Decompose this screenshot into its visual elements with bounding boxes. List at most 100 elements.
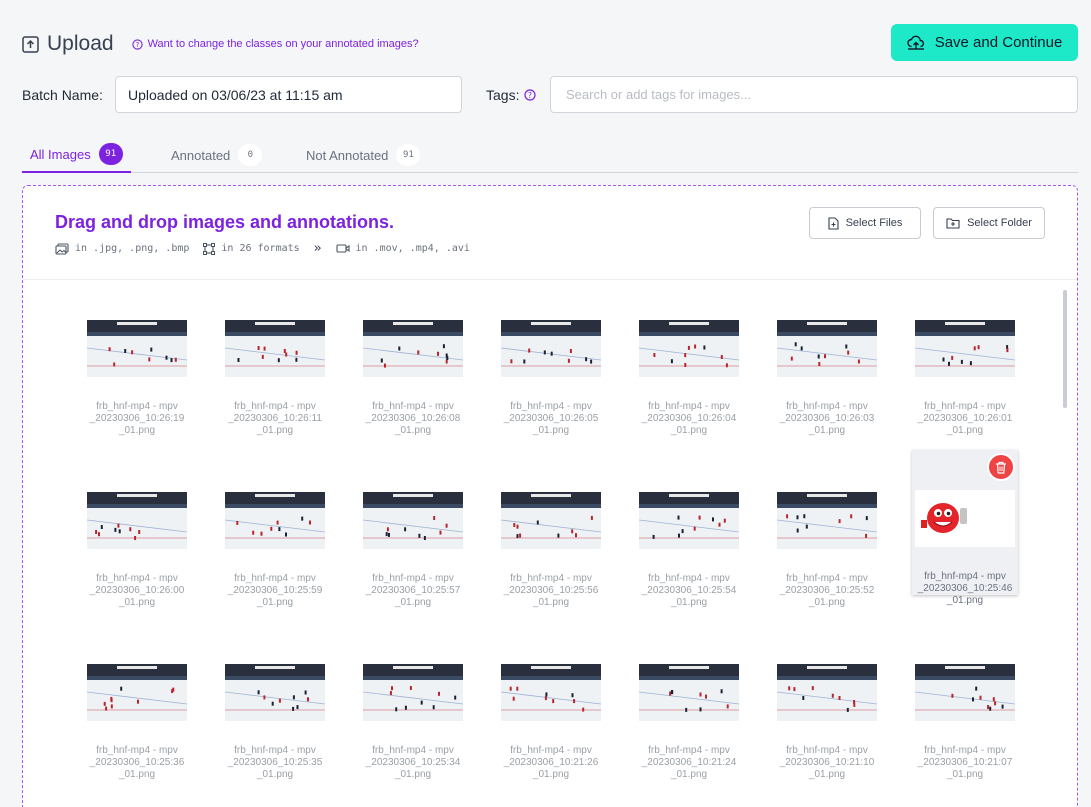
image-thumbnail[interactable] <box>225 492 325 549</box>
filename-line: _20230306_10:21:26 <box>503 757 599 768</box>
image-card[interactable]: frb_hnf-mp4 - mpv _20230306_10:26:03 _01.p… <box>774 280 880 436</box>
image-card[interactable]: frb_hnf-mp4 - mpv _20230306_10:25:35 _01.p… <box>222 624 328 780</box>
filename-line: _20230306_10:26:01 <box>917 413 1013 424</box>
image-thumbnail[interactable] <box>87 664 187 721</box>
trash-icon <box>995 461 1007 474</box>
image-thumbnail[interactable] <box>87 320 187 377</box>
filename-line: _01.png <box>946 425 984 436</box>
image-thumbnail[interactable] <box>363 320 463 377</box>
filename-line: _20230306_10:25:36 <box>89 757 185 768</box>
upload-dropzone[interactable]: Drag and drop images and annotations. in… <box>22 185 1078 807</box>
image-thumbnail[interactable] <box>915 490 1015 547</box>
image-filename: frb_hnf-mp4 - mpv _20230306_10:26:04 _01.p… <box>636 401 742 437</box>
save-and-continue-button[interactable]: Save and Continue <box>891 24 1078 61</box>
image-thumbnail[interactable] <box>501 664 601 721</box>
image-card[interactable]: frb_hnf-mp4 - mpv _20230306_10:21:26 _01.p… <box>498 624 604 780</box>
filename-line: _01.png <box>532 769 570 780</box>
image-thumbnail[interactable] <box>87 492 187 549</box>
image-thumbnail[interactable] <box>777 664 877 721</box>
image-card[interactable]: frb_hnf-mp4 - mpv _20230306_10:25:46 _01.p… <box>912 450 1018 606</box>
tags-search-input[interactable] <box>550 76 1078 113</box>
filename-line: frb_hnf-mp4 - mpv <box>648 573 730 584</box>
filename-line: _01.png <box>256 597 294 608</box>
image-filename: frb_hnf-mp4 - mpv _20230306_10:26:03 _01.p… <box>774 401 880 437</box>
image-card[interactable]: frb_hnf-mp4 - mpv _20230306_10:26:01 _01.p… <box>912 280 1018 436</box>
filename-line: _01.png <box>670 425 708 436</box>
help-link-label: Want to change the classes on your annot… <box>147 38 419 50</box>
image-filter-tabs: All Images 91 Annotated 0 Not Annotated … <box>22 137 1078 173</box>
tab-label: Annotated <box>171 147 231 163</box>
filename-line: _01.png <box>118 425 156 436</box>
select-files-button[interactable]: Select Files <box>809 207 921 239</box>
image-thumbnail[interactable] <box>777 320 877 377</box>
batch-name-value: Uploaded on 03/06/23 at 11:15 am <box>128 86 343 103</box>
image-card[interactable]: frb_hnf-mp4 - mpv _20230306_10:25:54 _01.p… <box>636 452 742 608</box>
filename-line: _20230306_10:21:10 <box>779 757 875 768</box>
image-card[interactable]: frb_hnf-mp4 - mpv _20230306_10:26:00 _01.p… <box>84 452 190 608</box>
image-filename: frb_hnf-mp4 - mpv _20230306_10:25:56 _01.p… <box>498 573 604 609</box>
filename-line: frb_hnf-mp4 - mpv <box>924 745 1006 756</box>
question-circle-icon[interactable]: ? <box>524 89 537 101</box>
image-filename: frb_hnf-mp4 - mpv _20230306_10:25:35 _01.p… <box>222 745 328 781</box>
image-card[interactable]: frb_hnf-mp4 - mpv _20230306_10:21:24 _01.p… <box>636 624 742 780</box>
grid-scrollbar[interactable] <box>1063 290 1067 408</box>
filename-line: _20230306_10:26:08 <box>365 413 461 424</box>
filename-line: _01.png <box>808 597 846 608</box>
change-classes-link[interactable]: ? Want to change the classes on your ann… <box>131 38 419 50</box>
image-filename: frb_hnf-mp4 - mpv _20230306_10:26:01 _01.p… <box>912 401 1018 437</box>
filename-line: _01.png <box>946 769 984 780</box>
tab-annotated[interactable]: Annotated 0 <box>171 137 263 173</box>
image-card[interactable]: frb_hnf-mp4 - mpv _20230306_10:26:11 _01.p… <box>222 280 328 436</box>
tab-all-images[interactable]: All Images 91 <box>22 137 131 173</box>
filename-line: _20230306_10:26:04 <box>641 413 737 424</box>
supported-formats: in .jpg, .png, .bmp in 26 formats » in .… <box>55 241 484 256</box>
delete-image-button[interactable] <box>987 453 1015 481</box>
image-card[interactable]: frb_hnf-mp4 - mpv _20230306_10:26:19 _01.p… <box>84 280 190 436</box>
image-card[interactable]: frb_hnf-mp4 - mpv _20230306_10:25:59 _01.p… <box>222 452 328 608</box>
image-card[interactable]: frb_hnf-mp4 - mpv _20230306_10:25:52 _01.p… <box>774 452 880 608</box>
image-card[interactable]: frb_hnf-mp4 - mpv _20230306_10:21:10 _01.p… <box>774 624 880 780</box>
image-thumbnail[interactable] <box>225 664 325 721</box>
image-thumbnail[interactable] <box>639 664 739 721</box>
filename-line: _01.png <box>394 597 432 608</box>
select-folder-button[interactable]: Select Folder <box>933 207 1045 239</box>
batch-name-input[interactable]: Uploaded on 03/06/23 at 11:15 am <box>115 76 462 113</box>
image-thumbnail[interactable] <box>639 320 739 377</box>
page-header: Upload ? Want to change the classes on y… <box>22 32 419 56</box>
select-files-label: Select Files <box>845 217 903 229</box>
image-formats: in .jpg, .png, .bmp <box>55 242 189 255</box>
image-filename: frb_hnf-mp4 - mpv _20230306_10:21:10 _01.p… <box>774 745 880 781</box>
image-card[interactable]: frb_hnf-mp4 - mpv _20230306_10:26:05 _01.p… <box>498 280 604 436</box>
image-card[interactable]: frb_hnf-mp4 - mpv _20230306_10:26:08 _01.p… <box>360 280 466 436</box>
tab-label: All Images <box>30 146 91 162</box>
filename-line: frb_hnf-mp4 - mpv <box>96 573 178 584</box>
image-card[interactable]: frb_hnf-mp4 - mpv _20230306_10:25:34 _01.p… <box>360 624 466 780</box>
image-filename: frb_hnf-mp4 - mpv _20230306_10:25:52 _01.p… <box>774 573 880 609</box>
image-card[interactable]: frb_hnf-mp4 - mpv _20230306_10:25:36 _01.p… <box>84 624 190 780</box>
folder-plus-icon <box>946 217 960 229</box>
filename-line: _20230306_10:26:05 <box>503 413 599 424</box>
file-plus-icon <box>828 216 839 230</box>
image-card[interactable]: frb_hnf-mp4 - mpv _20230306_10:25:57 _01.p… <box>360 452 466 608</box>
image-card[interactable]: frb_hnf-mp4 - mpv _20230306_10:26:04 _01.p… <box>636 280 742 436</box>
filename-line: frb_hnf-mp4 - mpv <box>648 745 730 756</box>
image-thumbnail[interactable] <box>363 492 463 549</box>
filename-line: _20230306_10:25:59 <box>227 585 323 596</box>
filename-line: _20230306_10:25:54 <box>641 585 737 596</box>
image-card[interactable]: frb_hnf-mp4 - mpv _20230306_10:21:07 _01.p… <box>912 624 1018 780</box>
image-thumbnail[interactable] <box>639 492 739 549</box>
image-thumbnail[interactable] <box>915 664 1015 721</box>
filename-line: _20230306_10:26:11 <box>228 413 322 424</box>
image-thumbnail[interactable] <box>501 492 601 549</box>
image-thumbnail[interactable] <box>363 664 463 721</box>
image-thumbnail[interactable] <box>777 492 877 549</box>
image-filename: frb_hnf-mp4 - mpv _20230306_10:21:24 _01.p… <box>636 745 742 781</box>
tags-label: Tags: ? <box>486 87 537 103</box>
image-card[interactable]: frb_hnf-mp4 - mpv _20230306_10:25:56 _01.p… <box>498 452 604 608</box>
more-formats-arrow[interactable]: » <box>314 241 322 256</box>
image-thumbnail[interactable] <box>501 320 601 377</box>
image-thumbnail[interactable] <box>225 320 325 377</box>
annotation-formats: in 26 formats <box>203 242 300 255</box>
image-thumbnail[interactable] <box>915 320 1015 377</box>
tab-not-annotated[interactable]: Not Annotated 91 <box>306 137 421 173</box>
